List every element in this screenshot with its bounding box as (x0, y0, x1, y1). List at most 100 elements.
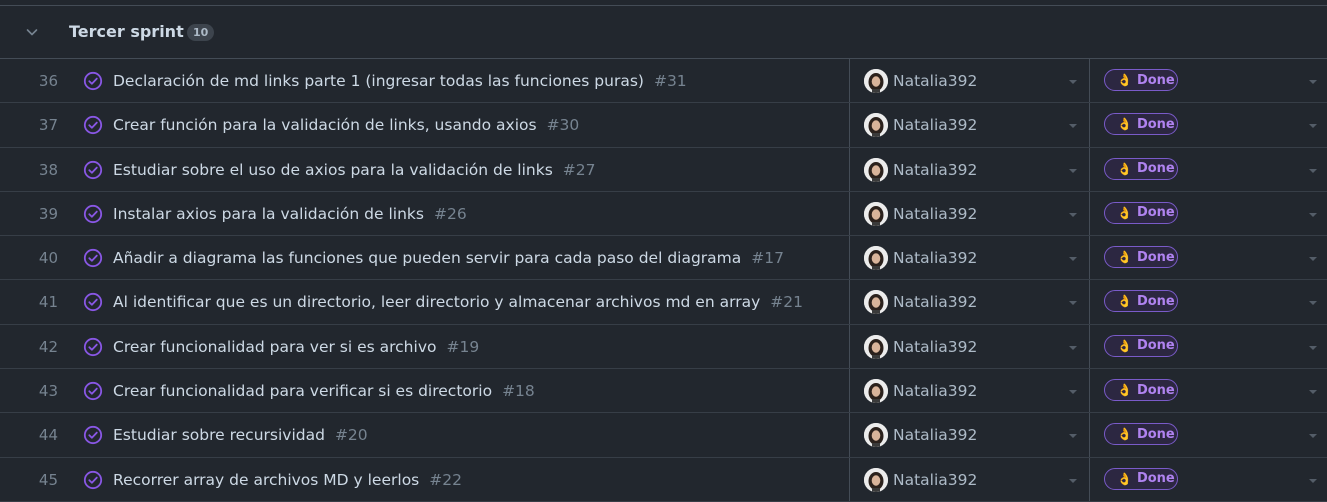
item-title-text[interactable]: Añadir a diagrama las funciones que pued… (113, 249, 741, 267)
status-badge[interactable]: 👌 Done (1104, 201, 1178, 224)
item-title-text[interactable]: Declaración de md links parte 1 (ingresa… (113, 72, 644, 90)
avatar[interactable] (864, 290, 888, 315)
assignee-dropdown-caret-icon[interactable] (1069, 124, 1077, 129)
avatar[interactable] (864, 113, 888, 138)
status-dropdown-caret-icon[interactable] (1309, 345, 1317, 350)
item-title[interactable]: Crear función para la validación de link… (113, 103, 579, 147)
assignee-dropdown-caret-icon[interactable] (1069, 168, 1077, 173)
assignee-name[interactable]: Natalia392 (893, 192, 977, 236)
avatar[interactable] (864, 423, 888, 448)
row-number: 44 (38, 426, 58, 445)
assignee-name[interactable]: Natalia392 (893, 369, 977, 413)
assignee-dropdown-caret-icon[interactable] (1069, 478, 1077, 483)
issue-number[interactable]: #17 (751, 249, 784, 267)
issue-closed-icon (83, 293, 103, 312)
status-badge[interactable]: 👌 Done (1104, 69, 1178, 91)
table-row[interactable]: 43 Crear funcionalidad para verificar si… (0, 369, 1327, 414)
issue-number[interactable]: #21 (770, 293, 803, 311)
assignee-name[interactable]: Natalia392 (893, 103, 977, 147)
issue-number[interactable]: #31 (654, 72, 687, 90)
table-row[interactable]: 37 Crear función para la validación de l… (0, 103, 1327, 148)
item-title-text[interactable]: Al identificar que es un directorio, lee… (113, 293, 760, 311)
table-row[interactable]: 42 Crear funcionalidad para ver si es ar… (0, 324, 1327, 370)
issue-number[interactable]: #20 (335, 426, 368, 444)
status-dropdown-caret-icon[interactable] (1309, 257, 1317, 262)
table-row[interactable]: 39 Instalar axios para la validación de … (0, 191, 1327, 237)
item-title-text[interactable]: Instalar axios para la validación de lin… (113, 205, 424, 223)
assignee-name[interactable]: Natalia392 (893, 148, 977, 192)
status-dropdown-caret-icon[interactable] (1309, 212, 1317, 217)
item-title[interactable]: Declaración de md links parte 1 (ingresa… (113, 59, 687, 103)
avatar[interactable] (864, 246, 888, 271)
item-title[interactable]: Al identificar que es un directorio, lee… (113, 280, 803, 324)
status-dropdown-caret-icon[interactable] (1309, 80, 1317, 84)
table-row[interactable]: 41 Al identificar que es un directorio, … (0, 280, 1327, 325)
table-row[interactable]: 45 Recorrer array de archivos MD y leerl… (0, 457, 1327, 502)
avatar-image (864, 157, 888, 182)
avatar[interactable] (864, 379, 888, 404)
status-dropdown-caret-icon[interactable] (1309, 478, 1317, 483)
item-title[interactable]: Estudiar sobre recursividad #20 (113, 413, 368, 457)
assignee-dropdown-caret-icon[interactable] (1069, 301, 1077, 306)
assignee-dropdown-caret-icon[interactable] (1069, 257, 1077, 262)
issue-number[interactable]: #27 (563, 161, 596, 179)
avatar[interactable] (864, 334, 888, 359)
item-title-text[interactable]: Crear función para la validación de link… (113, 116, 537, 134)
assignee-dropdown-caret-icon[interactable] (1069, 390, 1077, 395)
assignee-name[interactable]: Natalia392 (893, 458, 977, 502)
status-dropdown-caret-icon[interactable] (1309, 390, 1317, 395)
issue-number[interactable]: #18 (502, 382, 535, 400)
status-badge[interactable]: 👌 Done (1104, 379, 1178, 402)
assignee-name[interactable]: Natalia392 (893, 280, 977, 324)
row-number: 45 (38, 470, 58, 489)
status-badge[interactable]: 👌 Done (1104, 246, 1178, 269)
status-label: Done (1136, 426, 1175, 442)
assignee-dropdown-caret-icon[interactable] (1069, 212, 1077, 217)
group-title: Tercer sprint (69, 22, 184, 41)
group-header[interactable]: Tercer sprint 10 (0, 6, 1327, 59)
issue-number[interactable]: #30 (547, 116, 580, 134)
status-badge[interactable]: 👌 Done (1104, 113, 1178, 136)
assignee-name[interactable]: Natalia392 (893, 236, 977, 280)
item-title[interactable]: Recorrer array de archivos MD y leerlos #… (113, 458, 462, 502)
column-divider (1089, 59, 1090, 103)
item-title-text[interactable]: Crear funcionalidad para verificar si es… (113, 382, 492, 400)
status-badge[interactable]: 👌 Done (1104, 423, 1178, 446)
avatar[interactable] (864, 467, 888, 492)
item-title[interactable]: Añadir a diagrama las funciones que pued… (113, 236, 784, 280)
table-row[interactable]: 36 Declaración de md links parte 1 (ingr… (0, 59, 1327, 104)
status-dropdown-caret-icon[interactable] (1309, 301, 1317, 306)
status-label: Done (1136, 293, 1175, 309)
avatar[interactable] (864, 157, 888, 182)
assignee-dropdown-caret-icon[interactable] (1069, 345, 1077, 350)
status-dropdown-caret-icon[interactable] (1309, 124, 1317, 129)
assignee-name[interactable]: Natalia392 (893, 413, 977, 457)
table-row[interactable]: 38 Estudiar sobre el uso de axios para l… (0, 147, 1327, 192)
item-title[interactable]: Instalar axios para la validación de lin… (113, 192, 467, 236)
item-title-text[interactable]: Estudiar sobre el uso de axios para la v… (113, 161, 553, 179)
item-title-text[interactable]: Estudiar sobre recursividad (113, 426, 325, 444)
status-badge[interactable]: 👌 Done (1104, 467, 1178, 490)
status-badge[interactable]: 👌 Done (1104, 290, 1178, 313)
status-dropdown-caret-icon[interactable] (1309, 168, 1317, 173)
issue-number[interactable]: #19 (446, 338, 479, 356)
table-row[interactable]: 44 Estudiar sobre recursividad #20 Natali… (0, 413, 1327, 458)
status-dropdown-caret-icon[interactable] (1309, 434, 1317, 439)
issue-number[interactable]: #26 (434, 205, 467, 223)
item-title[interactable]: Estudiar sobre el uso de axios para la v… (113, 148, 596, 192)
assignee-dropdown-caret-icon[interactable] (1069, 434, 1077, 439)
issue-number[interactable]: #22 (429, 471, 462, 489)
status-badge[interactable]: 👌 Done (1104, 334, 1178, 357)
status-badge[interactable]: 👌 Done (1104, 157, 1178, 180)
assignee-name[interactable]: Natalia392 (893, 325, 977, 369)
assignee-dropdown-caret-icon[interactable] (1069, 80, 1077, 84)
chevron-down-icon[interactable] (24, 24, 40, 40)
assignee-name[interactable]: Natalia392 (893, 59, 977, 103)
avatar[interactable] (864, 69, 888, 93)
item-title[interactable]: Crear funcionalidad para verificar si es… (113, 369, 535, 413)
table-row[interactable]: 40 Añadir a diagrama las funciones que p… (0, 236, 1327, 281)
avatar[interactable] (864, 201, 888, 226)
item-title-text[interactable]: Crear funcionalidad para ver si es archi… (113, 338, 436, 356)
item-title[interactable]: Crear funcionalidad para ver si es archi… (113, 325, 479, 369)
item-title-text[interactable]: Recorrer array de archivos MD y leerlos (113, 471, 419, 489)
